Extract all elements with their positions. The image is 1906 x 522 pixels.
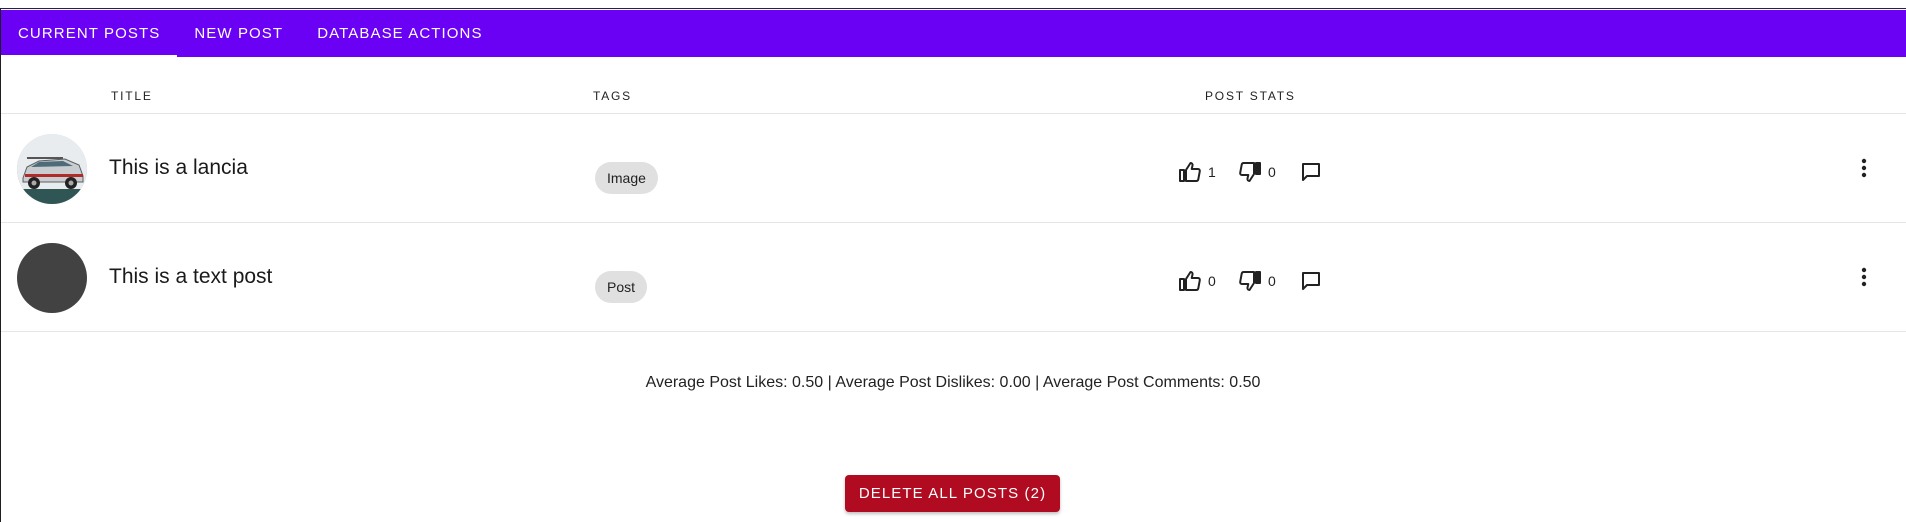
post-title: This is a lancia bbox=[109, 156, 248, 179]
dislike-button[interactable]: 0 bbox=[1238, 160, 1276, 184]
dislike-count: 0 bbox=[1268, 273, 1276, 289]
tag-chip: Image bbox=[595, 162, 658, 194]
thumb-down-icon bbox=[1239, 271, 1261, 291]
delete-all-posts-button[interactable]: Delete All Posts (2) bbox=[845, 475, 1060, 512]
avatar bbox=[17, 134, 87, 204]
dislike-count: 0 bbox=[1268, 164, 1276, 180]
table-row: This is a lancia Image 1 0 bbox=[1, 114, 1906, 223]
top-nav-bar: Current Posts New Post Database Actions bbox=[1, 10, 1906, 57]
tab-current-posts[interactable]: Current Posts bbox=[1, 10, 178, 57]
like-count: 1 bbox=[1208, 164, 1216, 180]
avatar bbox=[17, 243, 87, 313]
column-header-tags: Tags bbox=[593, 89, 632, 103]
like-button[interactable]: 1 bbox=[1178, 160, 1216, 184]
thumb-up-icon bbox=[1179, 162, 1201, 182]
like-button[interactable]: 0 bbox=[1178, 269, 1216, 293]
table-header: Title Tags Post Stats bbox=[1, 57, 1906, 114]
like-count: 0 bbox=[1208, 273, 1216, 289]
tab-new-post[interactable]: New Post bbox=[177, 10, 300, 57]
thumb-down-icon bbox=[1239, 162, 1261, 182]
comment-button[interactable] bbox=[1299, 160, 1323, 184]
table-row: This is a text post Post 0 0 bbox=[1, 223, 1906, 332]
dislike-button[interactable]: 0 bbox=[1238, 269, 1276, 293]
car-photo-icon bbox=[17, 134, 87, 204]
tab-database-actions[interactable]: Database Actions bbox=[300, 10, 499, 57]
window-top-border bbox=[0, 0, 1906, 9]
thumb-up-icon bbox=[1179, 271, 1201, 291]
post-stats-summary: Average Post Likes: 0.50 | Average Post … bbox=[645, 374, 1261, 391]
comment-icon bbox=[1302, 163, 1320, 181]
comment-button[interactable] bbox=[1299, 269, 1323, 293]
more-vert-icon[interactable] bbox=[1852, 156, 1876, 180]
column-header-post-stats: Post Stats bbox=[1205, 89, 1296, 103]
more-vert-icon[interactable] bbox=[1852, 265, 1876, 289]
comment-icon bbox=[1302, 272, 1320, 290]
post-title: This is a text post bbox=[109, 265, 273, 288]
column-header-title: Title bbox=[111, 89, 153, 103]
tag-chip: Post bbox=[595, 271, 648, 303]
